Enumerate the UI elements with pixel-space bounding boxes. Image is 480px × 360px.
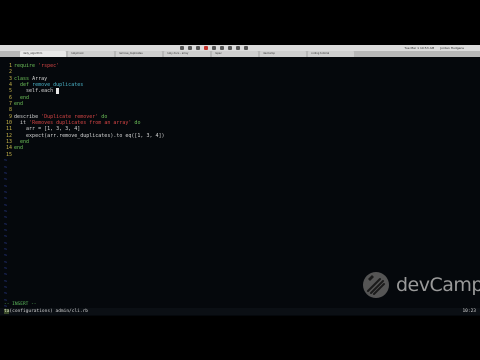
vim-command-line[interactable]: ta(configurations) admin/cli.rb 10:23 — [0, 308, 480, 315]
code-token: end — [14, 101, 24, 108]
code-token: class — [14, 75, 33, 82]
record-icon[interactable] — [204, 46, 208, 50]
status-icon[interactable] — [228, 46, 232, 50]
code-token: 'rspec' — [38, 63, 60, 69]
code-token: do — [131, 120, 141, 127]
code-token: Array — [32, 75, 48, 82]
code-token: end — [14, 139, 30, 146]
watermark-text: devCamp — [396, 274, 480, 296]
code-token: end — [14, 145, 24, 152]
code-token: 'Removes duplicates from an array' — [29, 120, 132, 127]
text-cursor — [56, 88, 60, 95]
code-token: it — [14, 120, 30, 127]
letterbox-bottom — [0, 316, 480, 360]
code-token: end — [14, 94, 30, 101]
devcamp-logo-icon — [363, 272, 389, 298]
status-icon[interactable] — [188, 46, 192, 50]
command-text: (configurations) admin/cli.rb — [9, 309, 88, 314]
code-token: def — [14, 82, 33, 89]
status-icon[interactable] — [180, 46, 184, 50]
menubar-status-icons — [180, 46, 248, 50]
devcamp-watermark: devCamp — [362, 270, 480, 300]
code-token: self.each — [14, 88, 57, 95]
status-icon[interactable] — [220, 46, 224, 50]
code-token: 'Duplicate remover' — [41, 113, 99, 120]
letterbox-top — [0, 0, 480, 45]
status-icon[interactable] — [212, 46, 216, 50]
code-token: do — [98, 113, 108, 120]
status-icon[interactable] — [196, 46, 200, 50]
code-token: arr = [1, 3, 3, 4] — [14, 126, 81, 133]
wifi-icon[interactable] — [236, 46, 240, 50]
code-token: describe — [14, 113, 42, 120]
code-token: require — [14, 63, 39, 69]
cursor-position: 10:23 — [462, 309, 476, 314]
volume-icon[interactable] — [244, 46, 248, 50]
code-token: expect(arr.remove_duplicates).to eq([1, … — [14, 132, 165, 139]
code-token: remove_duplicates — [32, 82, 84, 89]
